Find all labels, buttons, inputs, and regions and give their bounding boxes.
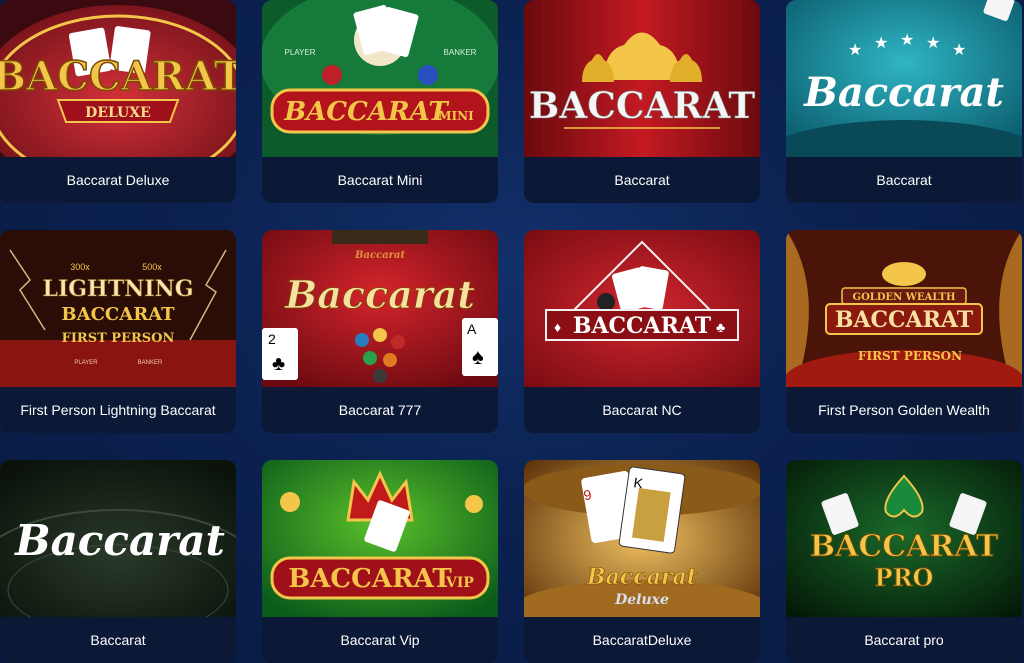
- game-card-baccarat-vip[interactable]: BACCARAT VIP Baccarat Vip: [262, 460, 498, 663]
- art-title: BACCARAT: [810, 529, 999, 564]
- game-card-lightning-baccarat[interactable]: 300x 500x LIGHTNING BACCARAT FIRST PERSO…: [0, 230, 236, 433]
- svg-text:2: 2: [268, 331, 276, 347]
- game-thumbnail[interactable]: BACCARAT PRO: [786, 460, 1022, 617]
- art-subtitle: DELUXE: [85, 105, 151, 121]
- art-title: BACCARAT: [573, 313, 712, 339]
- baccarat-teal-art: ★ ★ ★ ★ ★ Baccarat: [786, 0, 1022, 157]
- baccarat-classic-art: BACCARAT: [524, 0, 760, 157]
- art-banker-label: BANKER: [138, 360, 163, 366]
- art-multiplier-2: 500x: [142, 262, 162, 272]
- game-thumbnail[interactable]: GOLDEN WEALTH BACCARAT FIRST PERSON: [786, 230, 1022, 387]
- game-card-baccarat-classic[interactable]: BACCARAT Baccarat: [524, 0, 760, 203]
- svg-text:♠: ♠: [472, 344, 484, 369]
- svg-text:★: ★: [926, 35, 940, 52]
- art-subtitle: PRO: [875, 563, 934, 592]
- art-banker-label: BANKER: [444, 48, 477, 57]
- game-thumbnail[interactable]: PLAYER BANKER BACCARAT MINI: [262, 0, 498, 157]
- art-title: BACCARAT: [835, 307, 974, 333]
- art-multiplier-1: 300x: [70, 262, 90, 272]
- svg-text:♦: ♦: [554, 319, 561, 335]
- art-subtitle: BACCARAT: [61, 304, 175, 325]
- game-card-baccaratdeluxe[interactable]: 9 K Baccarat Deluxe BaccaratDeluxe: [524, 460, 760, 663]
- game-card-baccarat-777[interactable]: Baccarat Baccarat 2 ♣ A ♠ Baccarat 777: [262, 230, 498, 433]
- game-title[interactable]: Baccarat: [524, 157, 760, 203]
- game-title[interactable]: Baccarat Deluxe: [0, 157, 236, 203]
- svg-text:A: A: [467, 321, 477, 337]
- game-thumbnail[interactable]: 300x 500x LIGHTNING BACCARAT FIRST PERSO…: [0, 230, 236, 387]
- art-top-text: GOLDEN WEALTH: [853, 292, 956, 303]
- svg-text:★: ★: [900, 32, 914, 49]
- art-subtitle: VIP: [445, 575, 474, 591]
- baccarat-nc-art: BACCARAT ♦ ♣: [524, 230, 760, 387]
- baccarat-vip-art: BACCARAT VIP: [262, 460, 498, 617]
- game-thumbnail[interactable]: BACCARAT VIP: [262, 460, 498, 617]
- baccarat-mini-art: PLAYER BANKER BACCARAT MINI: [262, 0, 498, 157]
- svg-text:♣: ♣: [716, 319, 725, 335]
- art-top-text: Baccarat: [354, 250, 405, 261]
- game-card-baccarat-deluxe[interactable]: BACCARAT DELUXE Baccarat Deluxe: [0, 0, 236, 203]
- game-thumbnail[interactable]: BACCARAT: [524, 0, 760, 157]
- game-thumbnail[interactable]: BACCARAT DELUXE: [0, 0, 236, 157]
- game-thumbnail[interactable]: Baccarat: [0, 460, 236, 617]
- game-thumbnail[interactable]: Baccarat Baccarat 2 ♣ A ♠: [262, 230, 498, 387]
- game-card-baccarat-nc[interactable]: BACCARAT ♦ ♣ Baccarat NC: [524, 230, 760, 433]
- game-title[interactable]: BaccaratDeluxe: [524, 617, 760, 663]
- art-title: BACCARAT: [529, 85, 755, 127]
- art-subtitle: MINI: [438, 109, 474, 123]
- svg-text:♣: ♣: [272, 353, 285, 375]
- game-grid: BACCARAT DELUXE Baccarat Deluxe PLAYER B…: [0, 0, 1024, 663]
- baccarat-deluxe-art: BACCARAT DELUXE: [0, 0, 236, 157]
- baccaratdeluxe-art: 9 K Baccarat Deluxe: [524, 460, 760, 617]
- art-player-label: PLAYER: [285, 48, 316, 57]
- art-title: Baccarat: [284, 272, 475, 317]
- game-card-baccarat-pro[interactable]: BACCARAT PRO Baccarat pro: [786, 460, 1022, 663]
- game-title[interactable]: Baccarat: [786, 157, 1022, 203]
- svg-text:★: ★: [874, 35, 888, 52]
- art-title: Baccarat: [586, 564, 697, 590]
- art-title: BACCARAT: [0, 53, 236, 100]
- game-title[interactable]: Baccarat Mini: [262, 157, 498, 203]
- game-card-baccarat-dark[interactable]: Baccarat Baccarat: [0, 460, 236, 663]
- game-title[interactable]: First Person Lightning Baccarat: [0, 387, 236, 433]
- game-title[interactable]: Baccarat pro: [786, 617, 1022, 663]
- art-subtitle: FIRST PERSON: [858, 349, 962, 363]
- svg-text:★: ★: [848, 42, 862, 59]
- golden-wealth-art: GOLDEN WEALTH BACCARAT FIRST PERSON: [786, 230, 1022, 387]
- game-thumbnail[interactable]: BACCARAT ♦ ♣: [524, 230, 760, 387]
- game-thumbnail[interactable]: ★ ★ ★ ★ ★ Baccarat: [786, 0, 1022, 157]
- art-subtitle-2: FIRST PERSON: [62, 331, 175, 346]
- game-card-baccarat-teal[interactable]: ★ ★ ★ ★ ★ Baccarat Baccarat: [786, 0, 1022, 203]
- art-title: BACCARAT: [283, 97, 449, 127]
- game-title[interactable]: Baccarat: [0, 617, 236, 663]
- game-title[interactable]: Baccarat 777: [262, 387, 498, 433]
- game-card-golden-wealth[interactable]: GOLDEN WEALTH BACCARAT FIRST PERSON Firs…: [786, 230, 1022, 433]
- art-player-label: PLAYER: [74, 360, 98, 366]
- baccarat-777-art: Baccarat Baccarat 2 ♣ A ♠: [262, 230, 498, 387]
- game-thumbnail[interactable]: 9 K Baccarat Deluxe: [524, 460, 760, 617]
- baccarat-dark-art: Baccarat: [0, 460, 236, 617]
- game-title[interactable]: First Person Golden Wealth: [786, 387, 1022, 433]
- lightning-baccarat-art: 300x 500x LIGHTNING BACCARAT FIRST PERSO…: [0, 230, 236, 387]
- game-title[interactable]: Baccarat Vip: [262, 617, 498, 663]
- baccarat-pro-art: BACCARAT PRO: [786, 460, 1022, 617]
- art-title: LIGHTNING: [42, 276, 193, 302]
- art-title: Baccarat: [803, 69, 1004, 116]
- art-title: BACCARAT: [288, 564, 452, 594]
- svg-text:★: ★: [952, 42, 966, 59]
- art-subtitle: Deluxe: [614, 592, 669, 608]
- game-card-baccarat-mini[interactable]: PLAYER BANKER BACCARAT MINI Baccarat Min…: [262, 0, 498, 203]
- game-title[interactable]: Baccarat NC: [524, 387, 760, 433]
- art-title: Baccarat: [14, 516, 225, 565]
